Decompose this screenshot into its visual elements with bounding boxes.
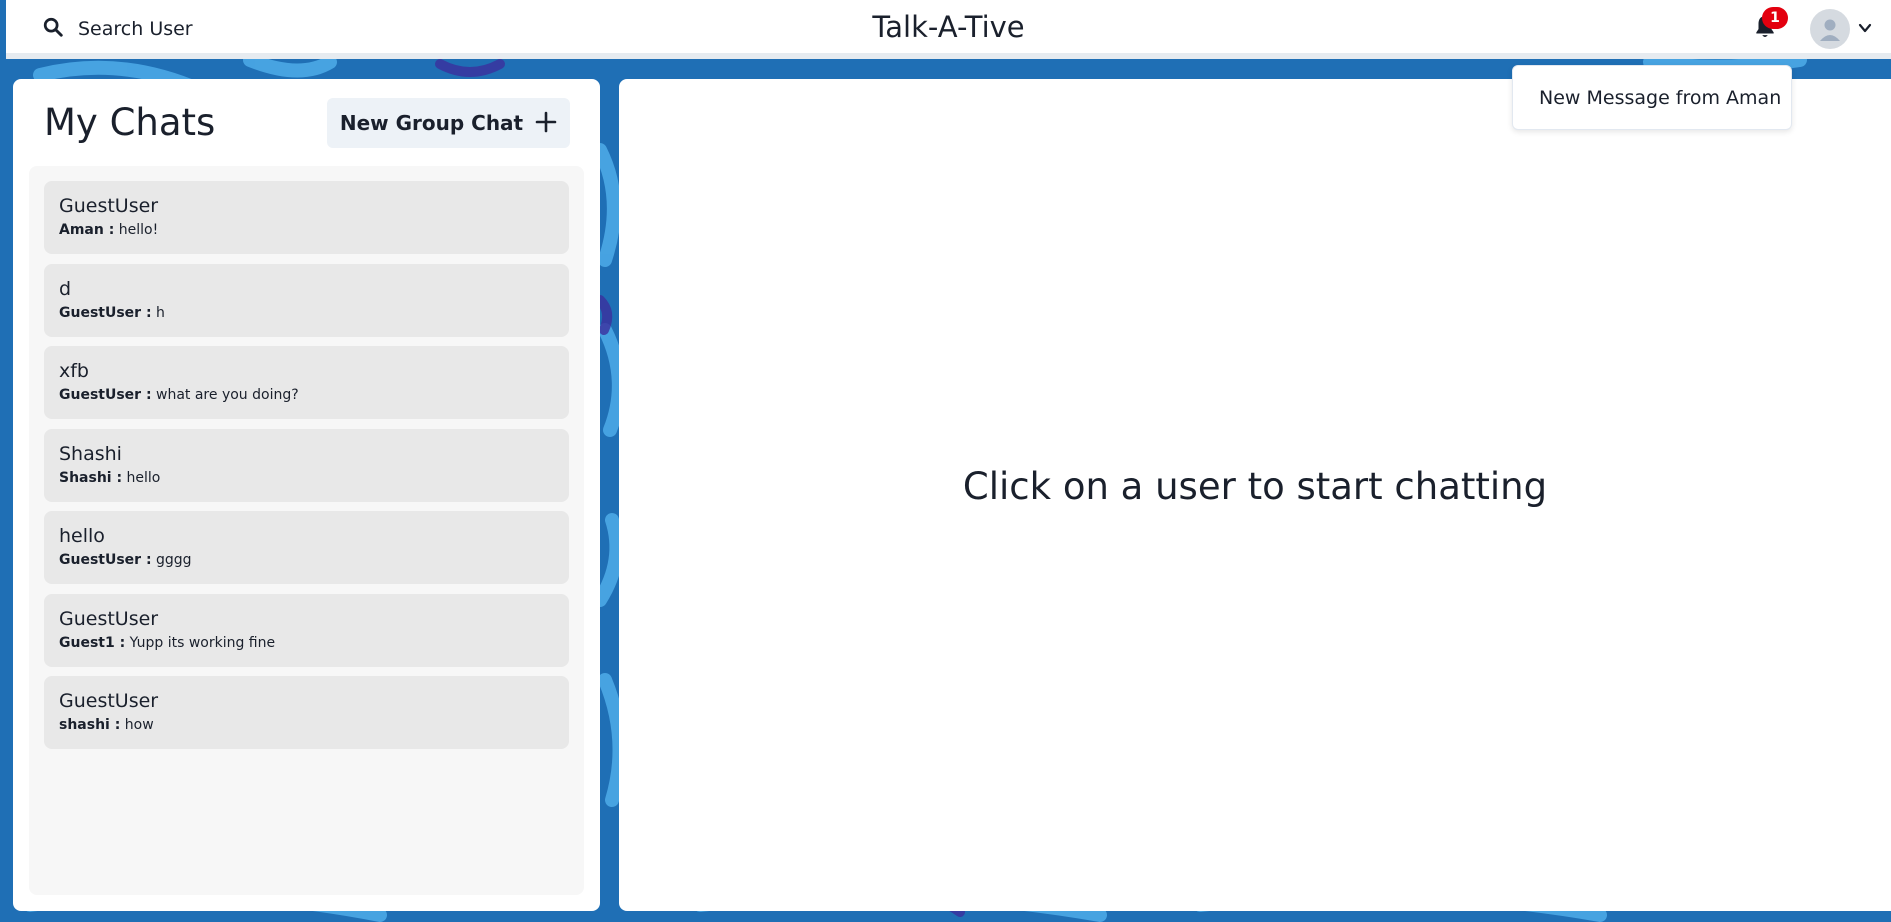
chevron-down-icon (1858, 20, 1872, 39)
chat-message-text: hello (126, 470, 161, 486)
chat-sender: GuestUser : (59, 552, 152, 568)
chat-latest-message: Shashi : hello (59, 470, 554, 486)
chat-sender: GuestUser : (59, 305, 152, 321)
chat-list-item[interactable]: Shashi Shashi : hello (44, 429, 569, 502)
chat-latest-message: shashi : how (59, 717, 554, 733)
chat-list-item[interactable]: GuestUser Guest1 : Yupp its working fine (44, 594, 569, 667)
chat-list-item[interactable]: d GuestUser : h (44, 264, 569, 337)
chat-name: xfb (59, 360, 89, 382)
my-chats-title: My Chats (44, 101, 216, 144)
notification-item[interactable]: New Message from Aman (1539, 87, 1781, 109)
chat-name: GuestUser (59, 608, 159, 630)
chat-message-text: Yupp its working fine (129, 635, 276, 651)
search-user-button[interactable]: Search User (30, 10, 200, 48)
user-avatar-icon (1814, 13, 1846, 49)
chat-list[interactable]: GuestUser Aman : hello! d GuestUser : h … (29, 166, 584, 895)
chat-latest-message: Aman : hello! (59, 222, 554, 238)
chat-sender: Shashi : (59, 470, 123, 486)
profile-menu-button[interactable] (1810, 8, 1884, 50)
chat-sender: shashi : (59, 717, 121, 733)
new-group-chat-button[interactable]: New Group Chat (327, 98, 570, 148)
avatar (1810, 9, 1850, 49)
chat-name: Shashi (59, 443, 122, 465)
chat-list-item[interactable]: GuestUser shashi : how (44, 676, 569, 749)
chat-message-text: gggg (156, 552, 192, 568)
my-chats-panel: My Chats New Group Chat GuestUser Aman :… (13, 79, 600, 911)
chat-message-text: what are you doing? (156, 387, 299, 403)
chat-message-text: hello! (118, 222, 159, 238)
chat-list-item[interactable]: GuestUser Aman : hello! (44, 181, 569, 254)
chat-message-text: how (124, 717, 154, 733)
chat-list-item[interactable]: hello GuestUser : gggg (44, 511, 569, 584)
search-icon (42, 16, 64, 42)
notification-dropdown: New Message from Aman (1512, 65, 1792, 130)
chat-latest-message: GuestUser : gggg (59, 552, 554, 568)
plus-icon (535, 111, 557, 136)
chat-name: hello (59, 525, 105, 547)
notification-count-badge: 1 (1762, 7, 1788, 29)
top-navbar: Search User Talk-A-Tive (6, 0, 1891, 59)
new-group-chat-label: New Group Chat (339, 111, 524, 135)
chat-sender: GuestUser : (59, 387, 152, 403)
chat-name: d (59, 278, 72, 300)
chat-latest-message: GuestUser : what are you doing? (59, 387, 554, 403)
chat-sender: Guest1 : (59, 635, 126, 651)
chat-sender: Aman : (59, 222, 115, 238)
chat-name: GuestUser (59, 690, 159, 712)
chat-list-item[interactable]: xfb GuestUser : what are you doing? (44, 346, 569, 419)
chat-latest-message: GuestUser : h (59, 305, 554, 321)
chat-latest-message: Guest1 : Yupp its working fine (59, 635, 554, 651)
chat-message-text: h (156, 305, 165, 321)
app-title: Talk-A-Tive (872, 10, 1025, 44)
search-user-label: Search User (78, 18, 193, 40)
chat-box-panel: Click on a user to start chatting (619, 79, 1891, 911)
chat-name: GuestUser (59, 195, 159, 217)
empty-chat-placeholder: Click on a user to start chatting (962, 465, 1548, 508)
